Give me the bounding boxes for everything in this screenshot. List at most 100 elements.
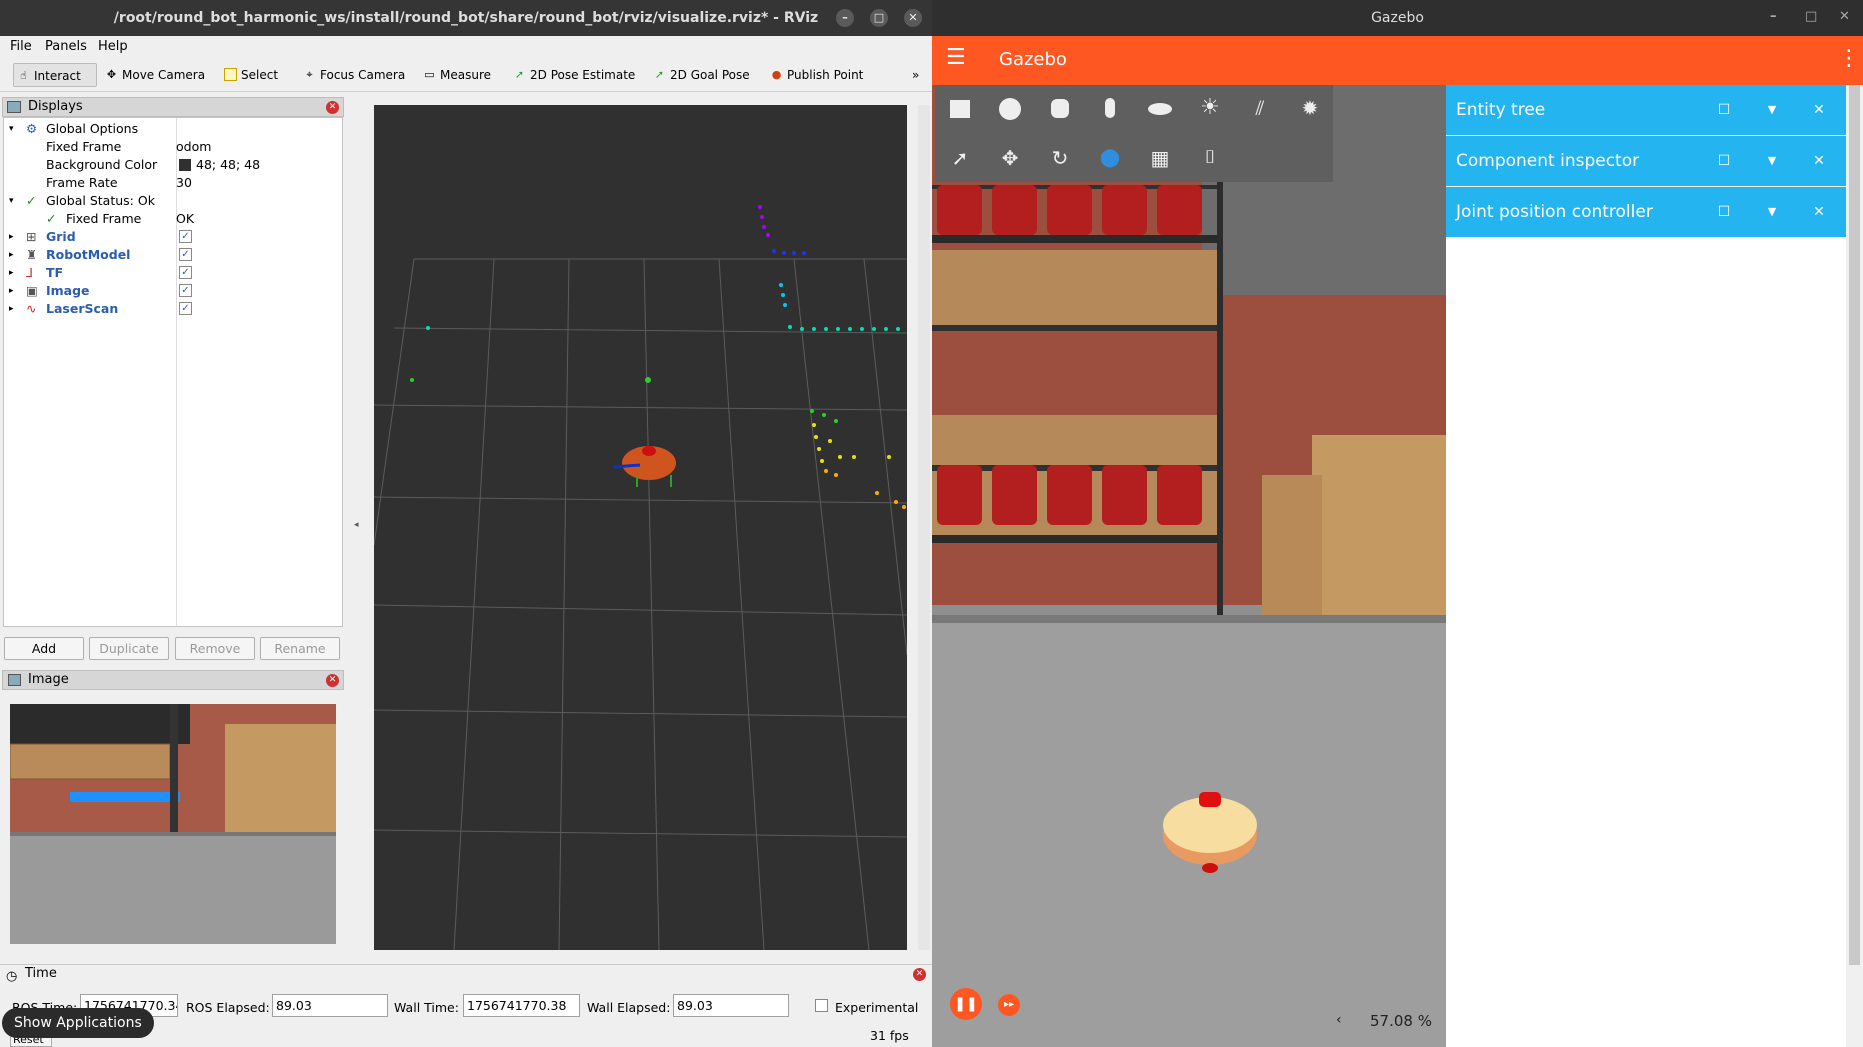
experimental-checkbox[interactable] (815, 999, 828, 1012)
undock-icon[interactable]: ☐ (1714, 187, 1734, 237)
displays-title: Displays (28, 99, 83, 114)
focus-camera-tool[interactable]: ⌖ Focus Camera (300, 63, 405, 87)
component-inspector-panel[interactable]: Component inspector ☐ ▼ ✕ (1446, 136, 1846, 186)
image-checkbox[interactable]: ✓ (179, 284, 192, 297)
step-forward-button[interactable]: ▸▸ (998, 994, 1020, 1016)
undock-icon[interactable]: ☐ (1714, 136, 1734, 186)
gz-close-button[interactable]: ✕ (1839, 9, 1850, 24)
translate-icon[interactable]: ✥ (997, 145, 1023, 171)
hamburger-menu-icon[interactable]: ☰ (946, 46, 966, 70)
expand-arrow-icon[interactable]: ▾ (9, 192, 14, 210)
grid-config-icon[interactable]: ▦ (1147, 145, 1173, 171)
spot-light-icon[interactable]: ✹ (1297, 95, 1323, 121)
gz-minimize-button[interactable]: – (1770, 9, 1777, 24)
tree-row-laserscan[interactable]: ▸ ∿ LaserScan ✓ (4, 300, 342, 318)
select-arrow-icon[interactable]: ➚ (947, 145, 973, 171)
rename-button[interactable]: Rename (260, 637, 340, 660)
fixed-frame-value[interactable]: odom (176, 138, 211, 156)
goal-pose-tool[interactable]: ➚ 2D Goal Pose (650, 63, 750, 87)
measure-tool[interactable]: ▭ Measure (420, 63, 491, 87)
kebab-menu-icon[interactable]: ⋮ (1838, 46, 1860, 71)
maximize-button[interactable]: □ (870, 9, 888, 27)
ros-elapsed-field[interactable]: 89.03 (272, 994, 388, 1017)
collapse-icon[interactable]: ▼ (1762, 187, 1782, 237)
close-displays-icon[interactable]: ✕ (326, 101, 339, 114)
collapse-arrow-icon[interactable]: ▸ (9, 264, 14, 282)
directional-light-icon[interactable]: ⫽ (1247, 95, 1273, 121)
laserscan-checkbox[interactable]: ✓ (179, 302, 192, 315)
tree-row-fixed-frame[interactable]: Fixed Frame odom (4, 138, 342, 156)
splitter-left-arrow-icon[interactable]: ◂ (354, 520, 359, 530)
tree-row-frame-rate[interactable]: Frame Rate 30 (4, 174, 342, 192)
close-image-panel-icon[interactable]: ✕ (326, 674, 339, 687)
real-time-factor: 57.08 % (1370, 1012, 1432, 1030)
menu-file[interactable]: File (10, 39, 32, 54)
3d-viewport[interactable] (373, 105, 908, 951)
tf-checkbox[interactable]: ✓ (179, 266, 192, 279)
menu-panels[interactable]: Panels (45, 39, 87, 54)
show-applications-tooltip[interactable]: Show Applications (2, 1008, 154, 1038)
close-button[interactable]: ✕ (904, 9, 922, 27)
collapse-stats-icon[interactable]: ‹ (1336, 1012, 1342, 1028)
pose-estimate-tool[interactable]: ➚ 2D Pose Estimate (510, 63, 635, 87)
duplicate-button[interactable]: Duplicate (89, 637, 169, 660)
cylinder-shape-icon[interactable] (1047, 95, 1073, 121)
collapse-arrow-icon[interactable]: ▸ (9, 300, 14, 318)
interact-tool[interactable]: ☝ Interact (13, 63, 97, 87)
robotmodel-checkbox[interactable]: ✓ (179, 248, 192, 261)
collapse-arrow-icon[interactable]: ▸ (9, 228, 14, 246)
capsule-shape-icon[interactable] (1097, 95, 1123, 121)
tree-row-image[interactable]: ▸ ▣ Image ✓ (4, 282, 342, 300)
transform-control-icon[interactable]: ⬤ (1097, 145, 1123, 171)
move-camera-tool[interactable]: ✥ Move Camera (102, 63, 205, 87)
collapse-icon[interactable]: ▼ (1762, 85, 1782, 135)
color-swatch[interactable] (179, 159, 191, 171)
tree-row-background-color[interactable]: Background Color 48; 48; 48 (4, 156, 342, 174)
gazebo-scene[interactable] (932, 85, 1446, 1047)
scrollbar-thumb[interactable] (1849, 85, 1860, 965)
collapse-icon[interactable]: ▼ (1762, 136, 1782, 186)
tree-row-robotmodel[interactable]: ▸ ♜ RobotModel ✓ (4, 246, 342, 264)
rviz-side-scrollbar[interactable] (918, 105, 930, 950)
close-icon[interactable]: ✕ (1809, 187, 1829, 237)
gazebo-scrollbar[interactable] (1846, 85, 1863, 1047)
collapse-arrow-icon[interactable]: ▸ (9, 282, 14, 300)
wall-elapsed-field[interactable]: 89.03 (673, 994, 789, 1017)
ruler-icon: ▭ (424, 68, 435, 81)
rotate-icon[interactable]: ↻ (1047, 145, 1073, 171)
grid-checkbox[interactable]: ✓ (179, 230, 192, 243)
remove-button[interactable]: Remove (175, 637, 255, 660)
toolbar-overflow-button[interactable]: » (912, 63, 919, 87)
expand-arrow-icon[interactable]: ▾ (9, 120, 14, 138)
tree-row-global-status[interactable]: ▾ ✓ Global Status: Ok (4, 192, 342, 210)
undock-icon[interactable]: ☐ (1714, 85, 1734, 135)
tree-row-tf[interactable]: ▸ ⅃ TF ✓ (4, 264, 342, 282)
background-color-value[interactable]: 48; 48; 48 (196, 156, 260, 174)
wall-time-field[interactable]: 1756741770.38 (463, 994, 580, 1017)
minimize-button[interactable]: – (836, 9, 854, 27)
image-label: Image (46, 283, 90, 298)
tree-row-grid[interactable]: ▸ ⊞ Grid ✓ (4, 228, 342, 246)
collapse-arrow-icon[interactable]: ▸ (9, 246, 14, 264)
gz-maximize-button[interactable]: □ (1805, 9, 1817, 24)
tree-row-global-options[interactable]: ▾ ⚙ Global Options (4, 120, 342, 138)
close-icon[interactable]: ✕ (1809, 85, 1829, 135)
goal-arrow-icon: ➚ (654, 68, 665, 81)
joint-position-controller-panel[interactable]: Joint position controller ☐ ▼ ✕ (1446, 187, 1846, 237)
entity-tree-panel[interactable]: Entity tree ☐ ▼ ✕ (1446, 85, 1846, 135)
menu-help[interactable]: Help (98, 39, 128, 54)
close-time-panel-icon[interactable]: ✕ (913, 968, 926, 981)
pause-button[interactable]: ❚❚ (950, 988, 982, 1020)
publish-point-tool[interactable]: ● Publish Point (767, 63, 864, 87)
box-shape-icon[interactable] (947, 95, 973, 121)
tree-row-status-fixed-frame[interactable]: ✓ Fixed Frame OK (4, 210, 342, 228)
close-icon[interactable]: ✕ (1809, 136, 1829, 186)
frame-rate-value[interactable]: 30 (176, 174, 192, 192)
screenshot-camera-icon[interactable]: ⌷ (1197, 145, 1223, 171)
ellipsoid-shape-icon[interactable] (1147, 95, 1173, 121)
sun-light-icon[interactable]: ☀ (1197, 95, 1223, 121)
time-panel-title: Time (25, 966, 57, 981)
select-tool[interactable]: Select (221, 63, 278, 87)
sphere-shape-icon[interactable] (997, 95, 1023, 121)
add-button[interactable]: Add (4, 637, 84, 660)
